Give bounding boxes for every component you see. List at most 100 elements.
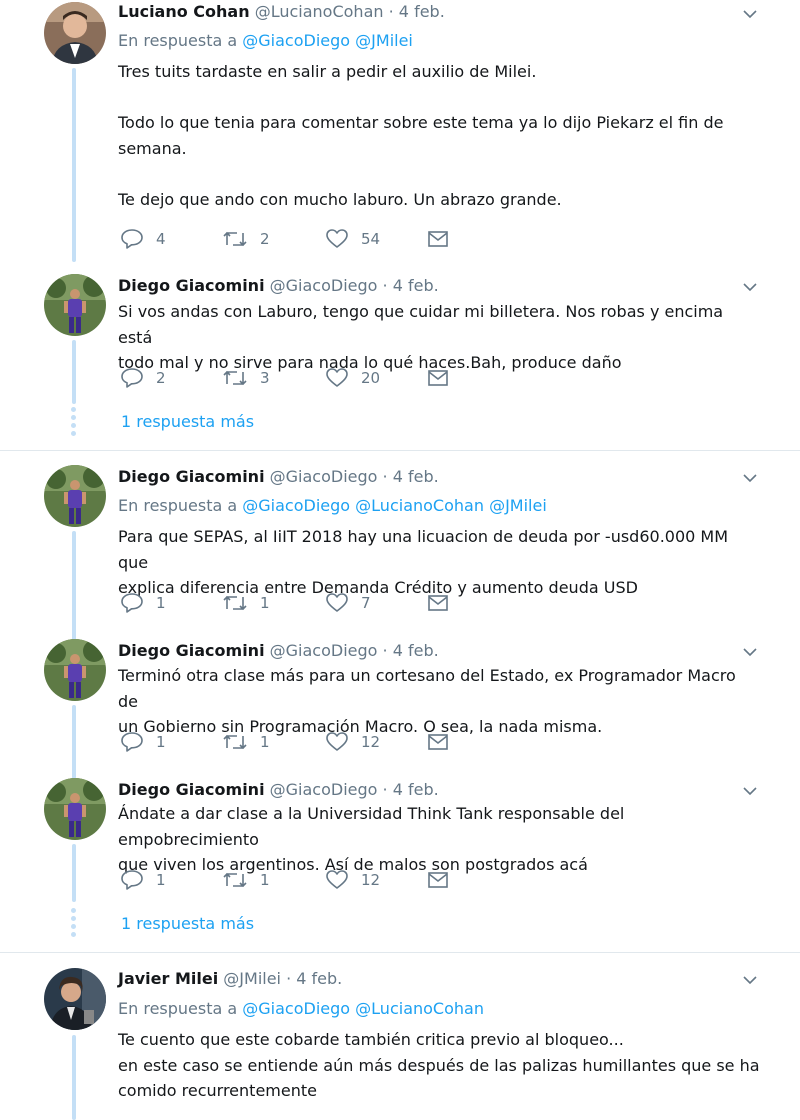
- username[interactable]: @GiacoDiego: [270, 641, 378, 660]
- avatar[interactable]: [44, 639, 106, 701]
- tweet-line: comido recurrentemente: [118, 1081, 317, 1100]
- tweet[interactable]: Diego Giacomini @GiacoDiego · 4 feb. Ánd…: [0, 778, 800, 902]
- envelope-icon: [428, 370, 448, 386]
- avatar[interactable]: [44, 778, 106, 840]
- retweet-button[interactable]: 1: [222, 730, 270, 754]
- retweet-button[interactable]: 3: [222, 366, 270, 390]
- dm-button[interactable]: [427, 366, 449, 390]
- retweet-button[interactable]: 1: [222, 591, 270, 615]
- tweet-line: Ándate a dar clase a la Universidad Thin…: [118, 804, 625, 849]
- tweet-line: Si vos andas con Laburo, tengo que cuida…: [118, 302, 724, 347]
- like-count: 12: [361, 733, 381, 751]
- show-more-replies-link[interactable]: 1 respuesta más: [121, 913, 254, 935]
- timestamp[interactable]: 4 feb.: [393, 780, 439, 799]
- username[interactable]: @LucianoCohan: [255, 2, 384, 21]
- avatar[interactable]: [44, 2, 106, 64]
- like-button[interactable]: 54: [325, 227, 380, 251]
- avatar[interactable]: [44, 465, 106, 527]
- separator-dot: ·: [388, 2, 394, 21]
- mention-link[interactable]: @JMilei: [355, 31, 413, 50]
- username[interactable]: @GiacoDiego: [270, 467, 378, 486]
- reply-button[interactable]: 2: [120, 366, 166, 390]
- reply-button[interactable]: 1: [120, 730, 166, 754]
- display-name[interactable]: Diego Giacomini: [118, 780, 265, 799]
- display-name[interactable]: Javier Milei: [118, 969, 218, 988]
- username[interactable]: @GiacoDiego: [270, 780, 378, 799]
- display-name[interactable]: Diego Giacomini: [118, 276, 265, 295]
- timestamp[interactable]: 4 feb.: [393, 641, 439, 660]
- username[interactable]: @GiacoDiego: [270, 276, 378, 295]
- chevron-down-icon[interactable]: [740, 468, 760, 488]
- like-button[interactable]: 7: [325, 591, 371, 615]
- chevron-down-icon[interactable]: [740, 970, 760, 990]
- chevron-down-icon[interactable]: [740, 277, 760, 297]
- tweet-header: Luciano Cohan @LucianoCohan · 4 feb.: [118, 1, 445, 23]
- timestamp[interactable]: 4 feb.: [296, 969, 342, 988]
- tweet-header: Diego Giacomini @GiacoDiego · 4 feb.: [118, 779, 439, 801]
- tweet-actions: 4 2 54: [118, 227, 458, 251]
- reply-button[interactable]: 1: [120, 868, 166, 892]
- tweet[interactable]: Diego Giacomini @GiacoDiego · 4 feb. En …: [0, 465, 800, 642]
- retweet-button[interactable]: 2: [222, 227, 270, 251]
- chevron-down-icon[interactable]: [740, 4, 760, 24]
- tweet[interactable]: Diego Giacomini @GiacoDiego · 4 feb. Si …: [0, 274, 800, 404]
- dm-button[interactable]: [427, 868, 449, 892]
- retweet-icon: [223, 370, 247, 386]
- tweet-actions: 2 3 20: [118, 366, 458, 390]
- show-more-replies-link[interactable]: 1 respuesta más: [121, 411, 254, 433]
- retweet-icon: [223, 734, 247, 750]
- mention-link[interactable]: @GiacoDiego: [242, 496, 350, 515]
- like-count: 20: [361, 369, 381, 387]
- tweet-text: Terminó otra clase más para un cortesano…: [118, 663, 760, 740]
- display-name[interactable]: Luciano Cohan: [118, 2, 250, 21]
- tweet-text: Ándate a dar clase a la Universidad Thin…: [118, 801, 760, 878]
- conversation-divider: [0, 450, 800, 451]
- reply-prefix: En respuesta a: [118, 999, 238, 1018]
- reply-prefix: En respuesta a: [118, 31, 238, 50]
- avatar[interactable]: [44, 968, 106, 1030]
- timestamp[interactable]: 4 feb.: [393, 276, 439, 295]
- dm-button[interactable]: [427, 730, 449, 754]
- mention-link[interactable]: @GiacoDiego: [242, 999, 350, 1018]
- thread-line: [72, 705, 76, 779]
- retweet-count: 2: [260, 230, 270, 248]
- retweet-button[interactable]: 1: [222, 868, 270, 892]
- reply-context: En respuesta a @GiacoDiego @LucianoCohan…: [118, 495, 547, 517]
- tweet-header: Diego Giacomini @GiacoDiego · 4 feb.: [118, 275, 439, 297]
- avatar[interactable]: [44, 274, 106, 336]
- tweet[interactable]: Javier Milei @JMilei · 4 feb. En respues…: [0, 967, 800, 1120]
- dm-button[interactable]: [427, 591, 449, 615]
- like-button[interactable]: 12: [325, 868, 380, 892]
- timestamp[interactable]: 4 feb.: [393, 467, 439, 486]
- retweet-count: 1: [260, 871, 270, 889]
- tweet[interactable]: Diego Giacomini @GiacoDiego · 4 feb. Ter…: [0, 639, 800, 779]
- retweet-count: 3: [260, 369, 270, 387]
- reply-context: En respuesta a @GiacoDiego @JMilei: [118, 30, 413, 52]
- mention-link[interactable]: @GiacoDiego: [242, 31, 350, 50]
- reply-icon: [121, 732, 143, 752]
- mention-link[interactable]: @JMilei: [489, 496, 547, 515]
- reply-button[interactable]: 4: [120, 227, 166, 251]
- chevron-down-icon[interactable]: [740, 781, 760, 801]
- reply-icon: [121, 368, 143, 388]
- chevron-down-icon[interactable]: [740, 642, 760, 662]
- display-name[interactable]: Diego Giacomini: [118, 641, 265, 660]
- like-button[interactable]: 12: [325, 730, 380, 754]
- envelope-icon: [428, 734, 448, 750]
- reply-button[interactable]: 1: [120, 591, 166, 615]
- like-button[interactable]: 20: [325, 366, 380, 390]
- timestamp[interactable]: 4 feb.: [399, 2, 445, 21]
- display-name[interactable]: Diego Giacomini: [118, 467, 265, 486]
- tweet-actions: 1 1 12: [118, 868, 458, 892]
- dm-button[interactable]: [427, 227, 449, 251]
- reply-count: 1: [156, 733, 166, 751]
- mention-link[interactable]: @LucianoCohan: [355, 496, 484, 515]
- like-count: 54: [361, 230, 381, 248]
- heart-icon: [326, 368, 348, 387]
- retweet-icon: [223, 872, 247, 888]
- mention-link[interactable]: @LucianoCohan: [355, 999, 484, 1018]
- username[interactable]: @JMilei: [223, 969, 281, 988]
- reply-count: 2: [156, 369, 166, 387]
- tweet[interactable]: Luciano Cohan @LucianoCohan · 4 feb. En …: [0, 0, 800, 262]
- thread-continuation-dots: [71, 407, 77, 439]
